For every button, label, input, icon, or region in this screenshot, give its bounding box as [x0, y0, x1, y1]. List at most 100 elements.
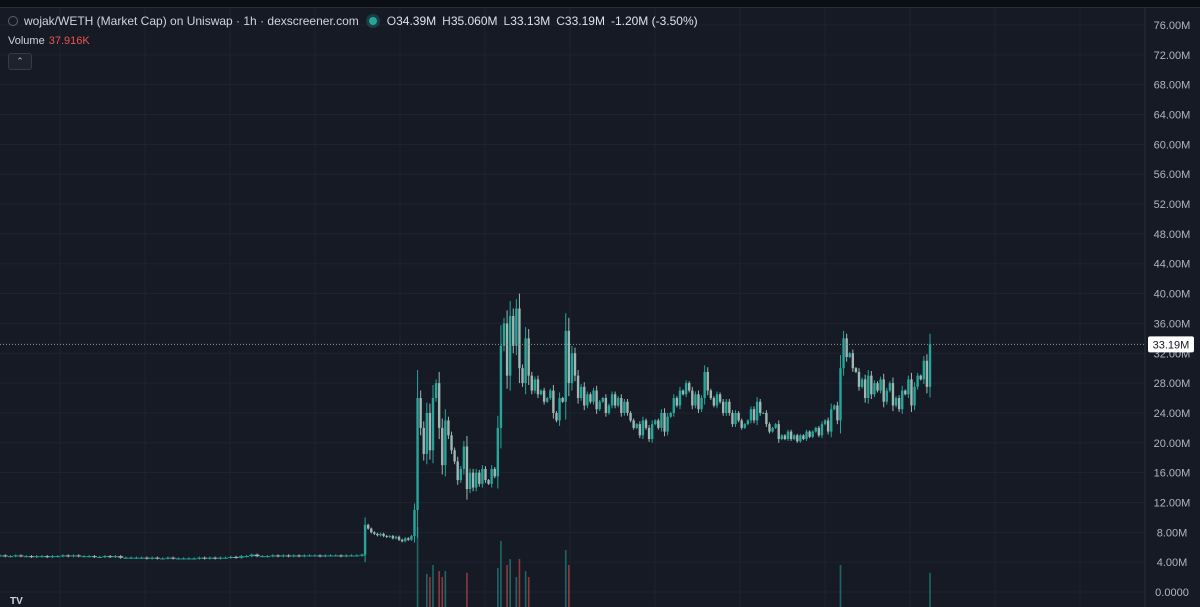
low-value: 33.13M	[510, 14, 551, 28]
price-chart[interactable]: 76.00M 72.00M 68.00M 64.00M 60.00M 56.00M 52.0…	[0, 0, 1200, 607]
candle-body	[774, 424, 777, 428]
y-axis-tick-label: 48.00M	[1154, 229, 1191, 241]
candle-body	[419, 398, 422, 428]
candle-body	[212, 557, 218, 559]
candle-body	[650, 424, 654, 440]
volume-label: Volume	[8, 35, 45, 47]
candle-body	[904, 390, 907, 395]
candle-body	[595, 390, 598, 410]
candle-body	[118, 556, 124, 558]
volume-bar	[429, 577, 431, 607]
candle-body	[328, 555, 334, 557]
candle-body	[663, 412, 666, 432]
candle-body	[317, 555, 323, 557]
candle-body	[601, 398, 604, 402]
candle-body	[97, 556, 103, 558]
candle-body	[286, 555, 292, 557]
candle-body	[632, 420, 635, 428]
high-value: 35.060M	[450, 14, 498, 28]
candle-body	[207, 557, 213, 559]
candle-body	[830, 409, 833, 432]
candle-body	[589, 394, 592, 402]
candle-body	[524, 338, 527, 384]
candle-body	[536, 379, 540, 395]
candle-body	[521, 368, 524, 384]
candle-body	[789, 431, 793, 440]
collapse-legend-button[interactable]: ⌃	[8, 53, 32, 70]
candle-body	[18, 555, 24, 557]
candle-body	[244, 556, 250, 558]
candle-body	[407, 538, 410, 540]
y-axis-tick-label: 24.00M	[1154, 408, 1191, 420]
candle-body	[583, 386, 586, 406]
candle-body	[413, 509, 416, 537]
candle-body	[725, 401, 728, 413]
candle-body	[391, 536, 395, 539]
candle-body	[857, 371, 861, 387]
candle-body	[823, 420, 827, 425]
candle-body	[496, 427, 500, 477]
candle-body	[706, 371, 709, 391]
candle-body	[394, 536, 398, 539]
candle-body	[752, 409, 756, 421]
symbol-title: wojak/WETH (Market Cap) on Uniswap · 1h …	[24, 14, 359, 28]
candle-body	[851, 353, 855, 369]
candle-body	[555, 412, 558, 421]
candle-body	[833, 405, 836, 410]
volume-bar	[527, 577, 530, 607]
candle-body	[0, 555, 3, 557]
candle-body	[542, 390, 546, 402]
candle-body	[487, 480, 490, 484]
candle-body	[891, 383, 895, 406]
candle-body	[879, 379, 882, 391]
candle-body	[431, 398, 435, 451]
candle-body	[376, 533, 379, 536]
volume-bar	[441, 577, 444, 607]
y-axis-tick-label: 40.00M	[1154, 289, 1191, 301]
candle-body	[437, 383, 441, 428]
volume-bar	[564, 550, 567, 607]
candle-body	[354, 555, 360, 557]
candle-body	[468, 472, 472, 490]
candle-body	[579, 386, 583, 399]
candle-body	[404, 538, 407, 542]
candle-body	[249, 554, 255, 557]
y-axis-tick-label: 0.0000	[1155, 587, 1189, 599]
candle-body	[740, 420, 743, 428]
candle-body	[737, 412, 740, 421]
candle-body	[882, 379, 885, 402]
candle-body	[802, 435, 805, 440]
candle-body	[691, 390, 694, 406]
chevron-up-icon: ⌃	[16, 56, 24, 66]
volume-legend: Volume 37.916K	[8, 35, 90, 47]
candle-body	[39, 556, 45, 558]
candle-body	[854, 368, 858, 372]
volume-bar	[416, 527, 419, 607]
candle-body	[814, 427, 817, 432]
candle-body	[916, 375, 919, 387]
candle-body	[709, 390, 713, 399]
candle-body	[684, 383, 688, 395]
low-label: L	[503, 14, 511, 28]
candle-body	[870, 375, 873, 395]
candle-body	[697, 394, 700, 410]
candle-body	[759, 401, 762, 413]
candle-body	[456, 461, 459, 481]
candle-body	[796, 435, 799, 442]
volume-bar	[509, 559, 511, 607]
candle-body	[848, 353, 851, 357]
candle-body	[107, 556, 113, 558]
candle-body	[660, 412, 663, 428]
candle-body	[610, 394, 614, 406]
candle-body	[139, 557, 145, 559]
y-axis-tick-label: 56.00M	[1154, 169, 1191, 181]
candle-body	[755, 401, 759, 421]
candle-body	[644, 420, 648, 428]
volume-bar	[438, 571, 440, 607]
candle-body	[453, 450, 456, 462]
candle-body	[254, 554, 260, 557]
candle-body	[573, 353, 577, 376]
candle-body	[728, 401, 731, 413]
high-label: H	[442, 14, 451, 28]
candle-body	[780, 435, 784, 440]
